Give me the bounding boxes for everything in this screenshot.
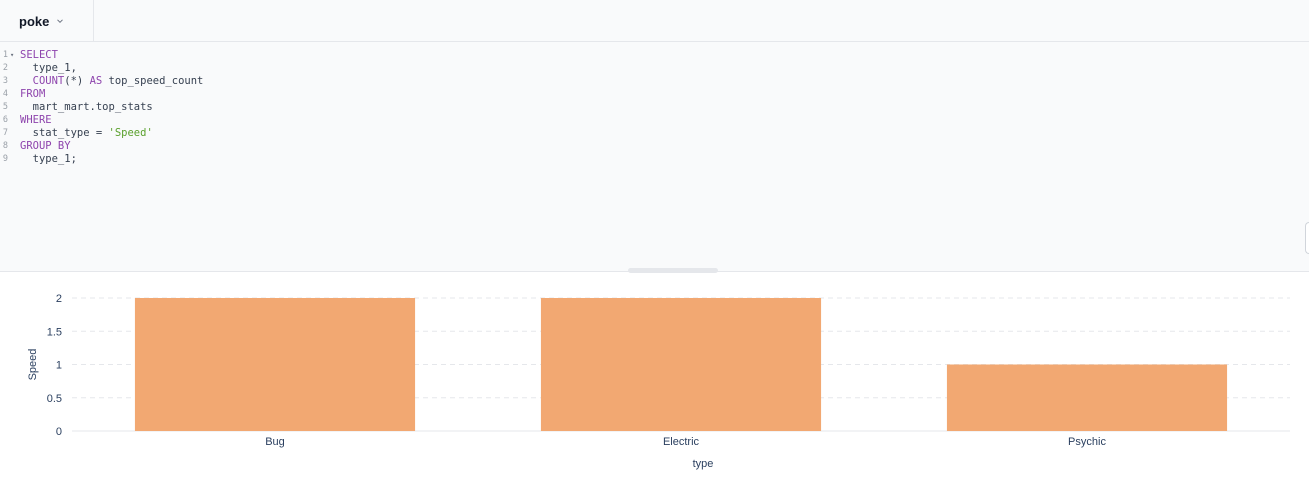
sql-token: type_1; xyxy=(20,153,77,165)
line-number: 7 xyxy=(2,128,8,138)
editor-side-handle[interactable] xyxy=(1305,222,1309,254)
sql-token: top_speed_count xyxy=(102,75,204,87)
sql-token: type_1, xyxy=(20,62,77,74)
code-text: GROUP BY xyxy=(20,140,71,153)
sql-token: (*) xyxy=(64,75,90,87)
sql-keyword: FROM xyxy=(20,88,46,100)
y-tick-label: 2 xyxy=(56,293,62,305)
top-bar: poke xyxy=(0,0,1309,42)
bar xyxy=(946,364,1228,431)
sql-editor[interactable]: 1 ▾ SELECT 2 type_1, 3 COUNT(*) AS top_speed… xyxy=(0,42,1309,271)
line-number: 1 xyxy=(2,50,8,60)
code-text: WHERE xyxy=(20,114,52,127)
x-tick-label: Psychic xyxy=(1068,436,1106,448)
chevron-down-icon xyxy=(57,19,64,24)
line-number: 4 xyxy=(2,89,8,99)
database-selector[interactable]: poke xyxy=(0,0,94,42)
line-number: 3 xyxy=(2,76,8,86)
y-tick-label: 0.5 xyxy=(47,393,62,405)
code-text: type_1; xyxy=(20,153,77,166)
database-name: poke xyxy=(19,13,50,29)
sql-keyword: COUNT xyxy=(20,75,65,87)
y-tick-label: 1 xyxy=(56,360,62,372)
line-number: 6 xyxy=(2,115,8,125)
line-number: 2 xyxy=(2,63,8,73)
line-number: 5 xyxy=(2,102,8,112)
y-tick-label: 0 xyxy=(56,426,62,438)
x-axis-title: type xyxy=(693,458,714,470)
bar xyxy=(540,298,822,431)
code-text: FROM xyxy=(20,88,45,101)
y-tick-label: 1.5 xyxy=(47,326,62,338)
code-text: COUNT(*) AS top_speed_count xyxy=(20,75,204,88)
y-axis-title: Speed xyxy=(27,349,39,381)
sql-token: stat_type = xyxy=(20,127,109,139)
sql-keyword: AS xyxy=(89,75,103,87)
line-number: 9 xyxy=(2,154,8,164)
sql-token: mart_mart.top_stats xyxy=(20,101,153,113)
fold-arrow-icon[interactable]: ▾ xyxy=(10,49,14,62)
sql-keyword: WHERE xyxy=(20,114,52,126)
bar-chart: 0 0.5 1 1.5 2 Bug Electric Psychic type Speed xyxy=(27,293,1290,470)
x-tick-label: Bug xyxy=(265,436,285,448)
sql-keyword: SELECT xyxy=(20,49,58,61)
sql-string: 'Speed' xyxy=(108,127,153,139)
code-text: type_1, xyxy=(20,62,77,75)
code-text: mart_mart.top_stats xyxy=(20,101,153,114)
bar xyxy=(134,298,416,431)
x-tick-label: Electric xyxy=(663,436,700,448)
line-number: 8 xyxy=(2,141,8,151)
code-text: stat_type = 'Speed' xyxy=(20,127,153,140)
sql-keyword: GROUP BY xyxy=(20,140,71,152)
code-text: SELECT xyxy=(20,49,58,62)
